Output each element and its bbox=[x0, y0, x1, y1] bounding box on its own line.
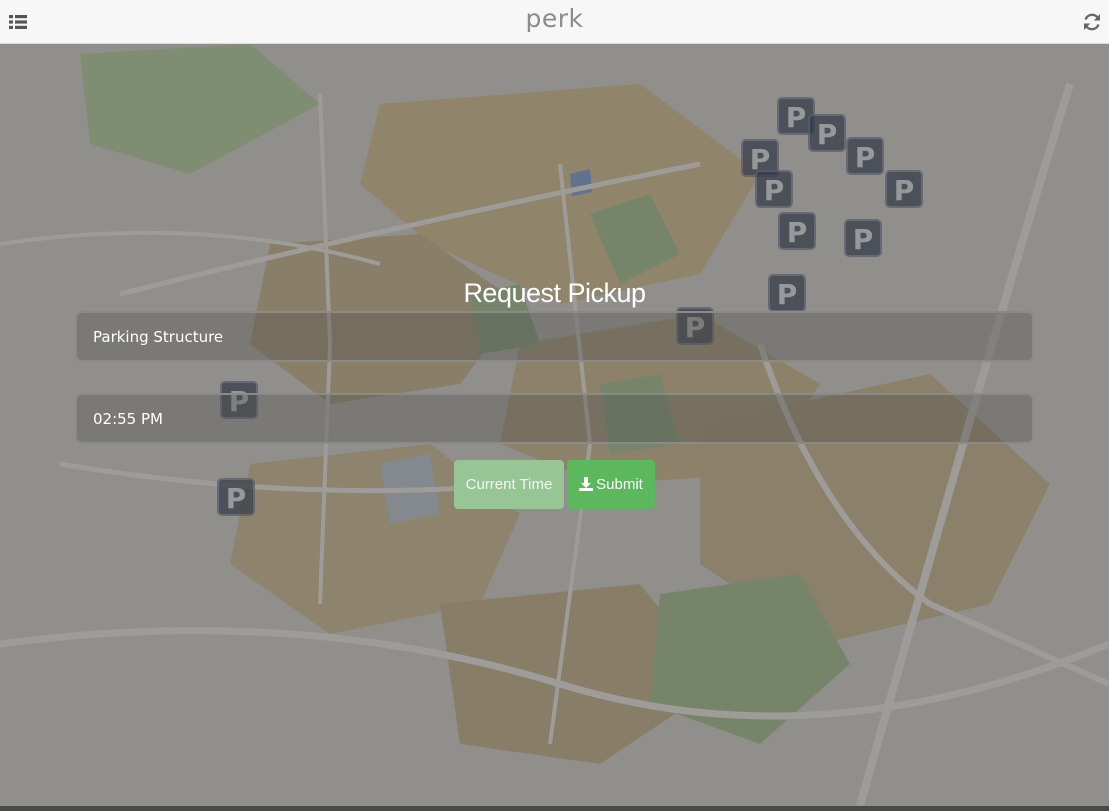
time-field[interactable] bbox=[75, 393, 1034, 444]
current-time-button[interactable]: Current Time bbox=[454, 460, 564, 509]
location-input[interactable] bbox=[77, 313, 1032, 360]
request-pickup-title: Request Pickup bbox=[463, 278, 646, 308]
time-input[interactable] bbox=[77, 395, 1032, 442]
brand-logo: perk bbox=[525, 4, 584, 33]
top-navbar: perk bbox=[0, 0, 1109, 44]
submit-button[interactable]: Submit bbox=[567, 460, 655, 509]
download-icon bbox=[579, 477, 594, 491]
submit-label: Submit bbox=[596, 476, 643, 493]
location-field[interactable] bbox=[75, 311, 1034, 362]
refresh-icon[interactable] bbox=[1081, 11, 1103, 33]
